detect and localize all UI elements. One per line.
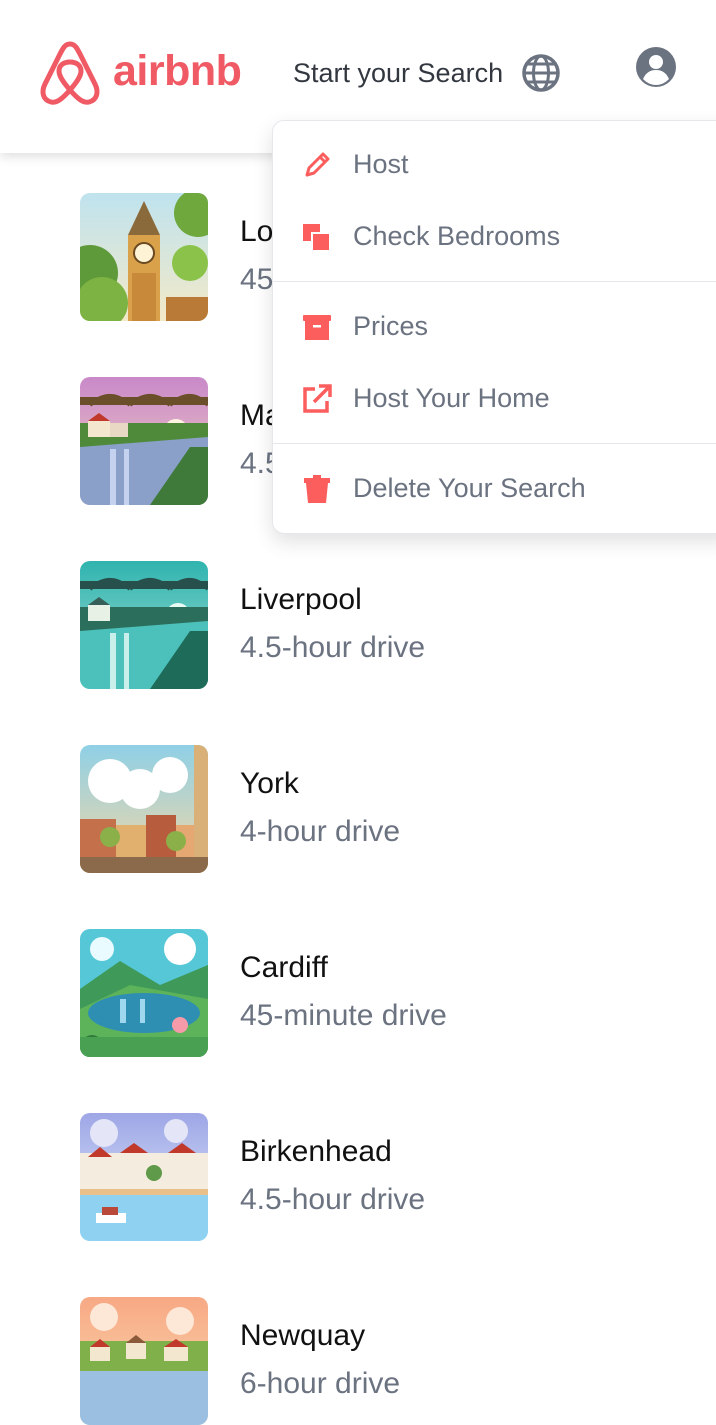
user-avatar-icon[interactable] (636, 47, 676, 87)
drive-time: 4.5-hour drive (240, 631, 426, 664)
globe-icon (522, 54, 560, 92)
menu-item-prices[interactable]: Prices (273, 297, 716, 357)
menu-item-check-bedrooms[interactable]: Check Bedrooms (273, 207, 716, 267)
drive-time: 6-hour drive (240, 1367, 401, 1400)
duplicate-icon (303, 224, 331, 252)
menu-divider (273, 443, 716, 444)
manchester-thumbnail (80, 377, 208, 505)
menu-item-label: Host Your Home (353, 383, 550, 413)
airbnb-belo-icon (40, 41, 100, 105)
drive-time: 45-minute drive (240, 999, 447, 1032)
external-link-icon (303, 384, 332, 413)
york-thumbnail (80, 745, 208, 873)
city-name: Liverpool (240, 583, 362, 616)
liverpool-thumbnail (80, 561, 208, 689)
menu-item-label: Host (353, 149, 409, 179)
city-name: Newquay (240, 1319, 366, 1352)
trash-icon (304, 475, 330, 503)
menu-item-host-your-home[interactable]: Host Your Home (273, 369, 716, 429)
menu-divider (273, 281, 716, 282)
menu-item-host[interactable]: Host (273, 135, 716, 195)
birkenhead-thumbnail (80, 1113, 208, 1241)
drive-time: 4-hour drive (240, 815, 401, 848)
destination-item-york[interactable]: York 4-hour drive (80, 745, 640, 873)
destination-item-birkenhead[interactable]: Birkenhead 4.5-hour drive (80, 1113, 640, 1241)
menu-item-label: Prices (353, 311, 429, 341)
city-name: Birkenhead (240, 1135, 392, 1168)
airbnb-logo[interactable]: airbnb (39, 40, 242, 106)
destination-item-cardiff[interactable]: Cardiff 45-minute drive (80, 929, 640, 1057)
menu-item-label: Check Bedrooms (353, 221, 561, 251)
london-thumbnail (80, 193, 208, 321)
city-name: Cardiff (240, 951, 328, 984)
city-name: York (240, 767, 299, 800)
logo-text: airbnb (113, 46, 242, 95)
pencil-icon (305, 152, 330, 177)
archive-icon (303, 315, 331, 340)
destination-item-liverpool[interactable]: Liverpool 4.5-hour drive (80, 561, 640, 689)
cardiff-thumbnail (80, 929, 208, 1057)
start-search-button[interactable]: Start your Search (293, 52, 561, 94)
menu-item-delete-your-search[interactable]: Delete Your Search (273, 459, 716, 519)
user-dropdown-menu: Host Check Bedrooms Prices Host Your Hom… (272, 120, 716, 534)
destination-item-newquay[interactable]: Newquay 6-hour drive (80, 1297, 640, 1425)
search-label: Start your Search (293, 57, 504, 88)
newquay-thumbnail (80, 1297, 208, 1425)
menu-item-label: Delete Your Search (353, 473, 586, 503)
drive-time: 4.5-hour drive (240, 1183, 426, 1216)
